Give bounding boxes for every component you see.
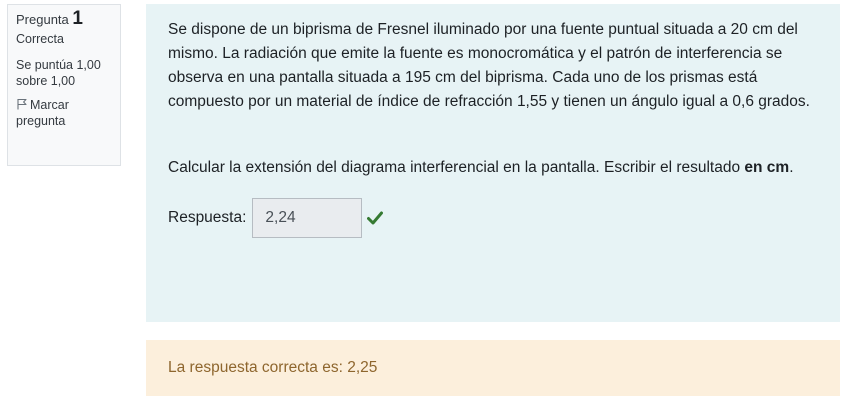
question-task: Calcular la extensión del diagrama inter… [168, 156, 820, 180]
check-icon [367, 211, 384, 225]
answer-input[interactable] [252, 198, 363, 238]
question-info-panel: Pregunta 1 Correcta Se puntúa 1,00 sobre… [7, 4, 121, 166]
question-grade: Se puntúa 1,00 sobre 1,00 [16, 58, 101, 88]
question-task-text: Calcular la extensión del diagrama inter… [168, 159, 745, 176]
question-number-label: Pregunta [16, 12, 69, 27]
answer-row: Respuesta: [168, 198, 820, 238]
question-task-unit: en cm [744, 159, 790, 176]
right-answer-feedback: La respuesta correcta es: 2,25 [146, 340, 840, 396]
right-answer-text: La respuesta correcta es: 2,25 [168, 359, 378, 376]
question-number: Pregunta 1 [16, 8, 112, 29]
flag-question-link[interactable]: Marcar pregunta [16, 97, 112, 129]
flag-outline-icon [17, 98, 27, 110]
question-task-end: . [789, 159, 794, 176]
question-statement: Se dispone de un biprisma de Fresnel ilu… [168, 21, 810, 110]
question-state: Correcta [16, 32, 64, 46]
question-number-value: 1 [72, 8, 83, 29]
answer-label: Respuesta: [168, 209, 247, 226]
question-formulation: Se dispone de un biprisma de Fresnel ilu… [146, 4, 840, 322]
